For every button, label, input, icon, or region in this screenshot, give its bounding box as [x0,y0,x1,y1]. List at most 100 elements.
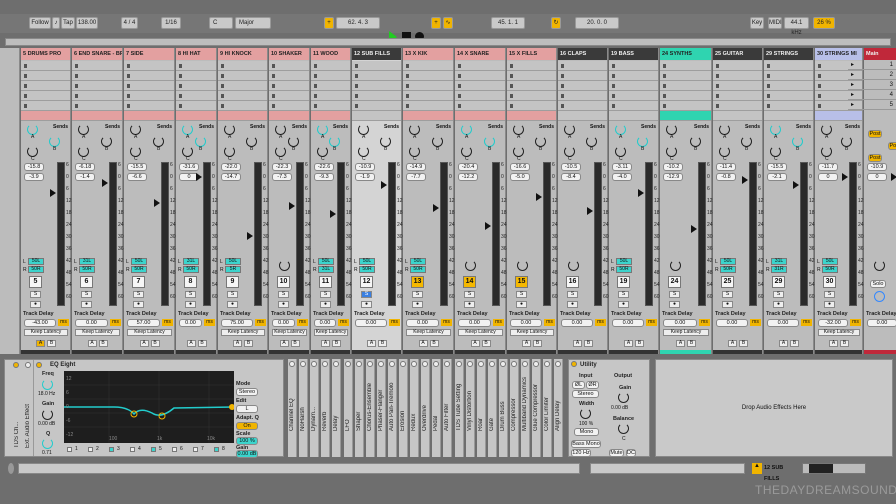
plugin-device[interactable]: Redux [410,359,420,457]
key-map-button[interactable]: Key [750,17,764,29]
clip-slot[interactable] [455,91,505,101]
power-icon[interactable] [488,361,495,367]
crossfade-b-button[interactable]: B [790,340,799,347]
automation-icon[interactable]: ∿ [443,17,453,29]
crossfade-b-button[interactable]: B [481,340,491,347]
solo-button[interactable]: S [824,291,835,298]
clip-slot[interactable] [176,61,216,71]
clip-slot[interactable] [311,91,350,101]
track-activator[interactable]: 24 [668,276,681,288]
arm-button[interactable]: ● [722,301,733,308]
solo-button[interactable]: S [278,291,289,298]
crossfade-b-button[interactable]: B [378,340,387,347]
key-select[interactable]: C [209,17,233,29]
arm-button[interactable]: ● [824,301,835,308]
gain-knob[interactable] [618,392,629,403]
delay-unit-ms[interactable]: ms [389,319,400,326]
volume-fader-handle[interactable] [691,224,697,233]
solo-button[interactable]: S [320,291,331,298]
track-stop-row[interactable] [352,111,401,121]
clip-slot[interactable] [764,101,813,111]
clip-slot[interactable] [507,101,556,111]
eq-band-toggle[interactable]: 2 [85,445,104,455]
clip-slot[interactable] [455,81,505,91]
selected-track-icon[interactable]: ▲ [752,463,762,474]
power-icon[interactable] [388,361,395,367]
clip-slot[interactable] [269,81,309,91]
clip-slot[interactable] [311,81,350,91]
plugin-device[interactable]: Pedal [432,359,442,457]
power-icon[interactable] [571,361,577,367]
plugin-device[interactable]: LFO [343,359,353,457]
clip-slot[interactable] [558,71,607,81]
clip-slot[interactable] [311,61,350,71]
track-stop-row[interactable] [713,111,762,121]
plugin-device[interactable]: Gate [487,359,497,457]
arm-button[interactable]: ● [464,301,475,308]
clip-slot[interactable] [764,81,813,91]
volume-field[interactable]: -4.0 [612,173,632,181]
clip-slot[interactable] [455,61,505,71]
track-activator[interactable]: 14 [463,276,476,288]
mute-button[interactable]: Mute [609,449,624,457]
track-header[interactable]: 8 HI HAT [176,48,216,60]
pan-left-field[interactable]: 50L [359,258,375,265]
track-activator[interactable]: 6 [80,276,93,288]
clip-slot[interactable] [609,71,658,81]
volume-fader-handle[interactable] [50,188,56,197]
volume-field[interactable]: -2.1 [767,173,787,181]
volume-fader-handle[interactable] [485,221,491,230]
arm-button[interactable]: ● [81,301,92,308]
follow-button[interactable]: Follow [29,17,51,29]
clip-slot[interactable] [218,91,267,101]
band-checkbox[interactable] [88,447,93,452]
pan-knob[interactable] [874,260,885,271]
balance-knob[interactable] [618,423,629,434]
arm-button[interactable]: ● [278,301,289,308]
track-delay-field[interactable]: 0.00 [458,319,491,327]
crossfade-b-button[interactable]: B [197,340,207,347]
mono-button[interactable]: Mono [574,428,599,436]
track-stop-row[interactable] [176,111,216,121]
plugin-device[interactable]: Color Limiter [543,359,553,457]
clip-slot[interactable] [72,91,122,101]
volume-fader-handle[interactable] [638,189,644,197]
clip-slot[interactable] [352,61,401,71]
track-stop-row[interactable] [455,111,505,121]
track-stop-row[interactable] [311,111,350,121]
output-gain-field[interactable]: 0.00 dB [236,450,258,458]
plugin-device[interactable]: Phaser-Flanger [376,359,386,457]
crossfade-a-button[interactable]: A [779,340,788,347]
arrangement-overview[interactable] [5,38,891,46]
plugin-device[interactable]: Erosion [399,359,408,457]
volume-field[interactable]: -9.3 [314,173,334,181]
plugin-device[interactable]: Glue Compressor [532,359,542,457]
crossfade-b-button[interactable]: B [98,340,108,347]
crossfade-b-button[interactable]: B [47,340,56,347]
volume-fader-handle[interactable] [793,181,799,190]
clip-slot[interactable] [21,71,70,81]
track-stop-row[interactable] [815,111,862,121]
power-icon[interactable] [422,361,429,367]
clip-slot[interactable] [403,91,453,101]
delay-unit-ms[interactable]: ms [595,319,606,326]
clip-slot[interactable] [558,91,607,101]
track-stop-row[interactable] [218,111,267,121]
tap-button[interactable]: Tap [61,17,75,29]
track-delay-field[interactable]: 0.00 [355,319,387,327]
arm-button[interactable]: ● [669,301,680,308]
arm-button[interactable]: ● [227,301,238,308]
volume-fader-handle[interactable] [587,206,593,215]
crossfade-a-button[interactable]: A [367,340,376,347]
volume-fader-handle[interactable] [330,210,336,219]
pan-right-field[interactable]: 50R [131,266,147,273]
volume-fader-handle[interactable] [247,231,253,240]
track-header[interactable]: 19 BASS [609,48,658,60]
track-activator[interactable]: 5 [29,276,42,288]
volume-fader-handle[interactable] [289,202,295,211]
pan-knob[interactable] [465,260,476,271]
pan-knob[interactable] [568,260,579,271]
solo-button[interactable]: S [464,291,475,298]
pan-knob[interactable] [670,260,681,271]
clip-slot[interactable] [124,81,174,91]
